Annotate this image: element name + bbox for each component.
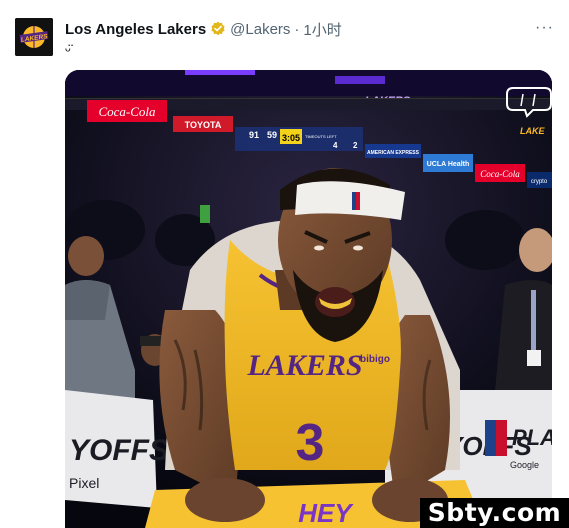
jersey-sponsor: bibigo <box>360 354 390 365</box>
more-options-icon[interactable]: ··· <box>535 19 553 37</box>
tweet-card[interactable]: LAKERS Los Angeles Lakers @Lakers · 1小时 … <box>0 0 569 528</box>
photo-anthony-davis: LAKERS LAKE Coca-Cola TOYOTA 91 59 3:05 … <box>65 70 552 528</box>
quarter: 4 <box>333 141 338 150</box>
svg-text:LAKE: LAKE <box>520 126 545 136</box>
timeouts-label: TIMEOUTS LEFT <box>305 134 337 139</box>
timestamp[interactable]: 1小时 <box>303 19 341 40</box>
score-away: 59 <box>267 130 277 140</box>
lakers-logo-icon: LAKERS <box>15 18 53 56</box>
svg-text:HEY: HEY <box>298 498 354 528</box>
game-clock: 3:05 <box>282 133 300 143</box>
verified-badge-icon <box>210 21 226 37</box>
banner-left-text: YOFFS <box>69 434 169 467</box>
site-watermark: Sbty.com <box>420 498 569 528</box>
banner-right-text-2: PLAY <box>512 425 552 450</box>
ad-toyota: TOYOTA <box>185 120 222 130</box>
separator-dot: · <box>294 20 300 38</box>
jersey-number: 3 <box>296 414 325 472</box>
ad-american-express: AMERICAN EXPRESS <box>367 150 420 156</box>
banner-left-sub: Pixel <box>69 475 99 491</box>
handle[interactable]: @Lakers <box>230 21 290 38</box>
jersey-lakers-text: LAKERS <box>246 349 362 382</box>
banner-right-sub: Google <box>510 460 539 470</box>
score-home: 91 <box>249 130 259 140</box>
ad-ucla-health: UCLA Health <box>427 161 470 168</box>
tweet-text: ᵕ̈ <box>65 42 71 59</box>
tweet-media-image[interactable]: LAKERS LAKE Coca-Cola TOYOTA 91 59 3:05 … <box>65 70 552 528</box>
ad-coca-cola-2: Coca-Cola <box>480 169 520 179</box>
avatar[interactable]: LAKERS <box>15 18 53 56</box>
ad-crypto: crypto <box>531 179 548 185</box>
tweet-header: Los Angeles Lakers @Lakers · 1小时 <box>65 19 342 39</box>
display-name[interactable]: Los Angeles Lakers <box>65 21 206 38</box>
ad-coca-cola: Coca-Cola <box>98 104 156 119</box>
timeouts: 2 <box>353 141 358 150</box>
